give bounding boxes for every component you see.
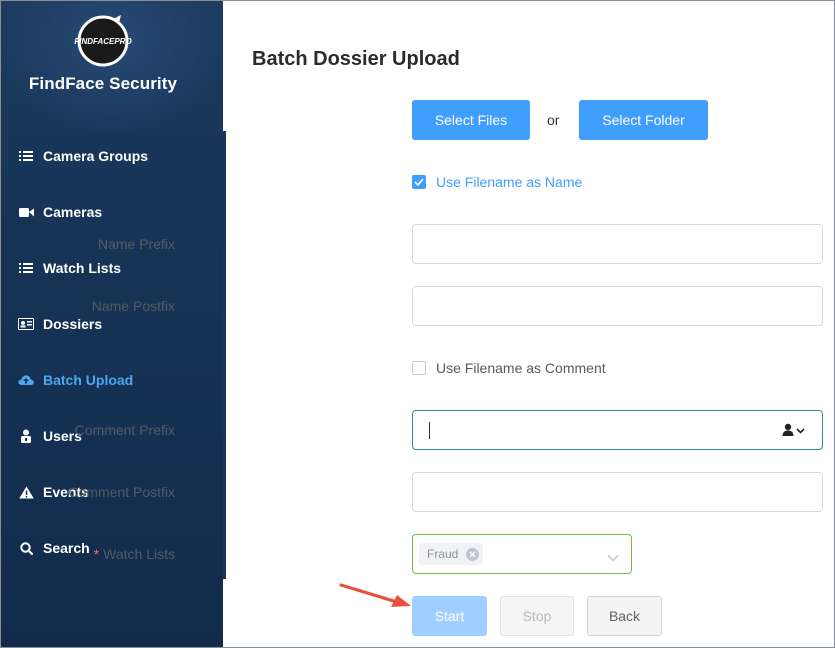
sidebar-item-label: Batch Upload	[43, 372, 134, 388]
logo-text: FINDFACEPRO	[74, 37, 132, 46]
checkbox-label: Use Filename as Name	[436, 174, 583, 190]
watch-lists-label: * Watch Lists	[94, 546, 175, 562]
main-content: Batch Dossier Upload Select Files or Sel…	[68, 1, 834, 647]
close-icon[interactable]	[466, 547, 480, 561]
sidebar-item-label: Search	[43, 540, 90, 556]
watch-lists-label-text: Watch Lists	[103, 546, 175, 562]
warning-icon	[18, 484, 34, 500]
list-icon	[18, 148, 34, 164]
stop-button[interactable]: Stop	[500, 596, 574, 636]
cloud-upload-icon	[18, 372, 34, 388]
page-title: Batch Dossier Upload	[252, 48, 460, 70]
checkbox-checked-icon	[412, 175, 426, 189]
start-button[interactable]: Start	[412, 596, 487, 636]
name-postfix-input[interactable]	[412, 286, 823, 326]
sidebar-item-label: Watch Lists	[43, 260, 122, 276]
chevron-down-icon	[607, 549, 619, 567]
watch-lists-select[interactable]: Fraud	[412, 534, 632, 574]
use-filename-as-comment-checkbox[interactable]: Use Filename as Comment	[412, 360, 606, 376]
user-chevron-icon	[782, 423, 805, 436]
user-lock-icon	[18, 428, 34, 444]
sidebar-item-camera-groups[interactable]: Camera Groups	[1, 136, 223, 176]
back-button[interactable]: Back	[587, 596, 662, 636]
name-postfix-label: Name Postfix	[91, 298, 175, 314]
tag-label: Fraud	[427, 547, 459, 561]
comment-prefix-input[interactable]	[412, 410, 823, 450]
annotation-arrow-icon	[339, 583, 411, 607]
sidebar-item-batch-upload[interactable]: Batch Upload	[1, 360, 223, 400]
video-camera-icon	[18, 204, 34, 220]
checkbox-unchecked-icon	[412, 361, 426, 375]
comment-postfix-input[interactable]	[412, 472, 823, 512]
comment-prefix-label: Comment Prefix	[74, 422, 175, 438]
sidebar-item-label: Cameras	[43, 204, 103, 220]
select-folder-button[interactable]: Select Folder	[579, 100, 708, 140]
name-prefix-label: Name Prefix	[97, 236, 175, 252]
use-filename-as-name-checkbox[interactable]: Use Filename as Name	[412, 174, 582, 190]
or-separator: or	[547, 112, 560, 128]
comment-postfix-label: Comment Postfix	[68, 484, 175, 500]
findface-logo: FINDFACEPRO	[73, 13, 133, 67]
sidebar-item-label: Dossiers	[43, 316, 103, 332]
text-caret	[429, 422, 430, 439]
checkbox-label: Use Filename as Comment	[436, 360, 606, 376]
required-mark: *	[93, 546, 100, 562]
sidebar-item-label: Camera Groups	[43, 148, 149, 164]
id-card-icon	[18, 316, 34, 332]
select-files-button[interactable]: Select Files	[412, 100, 530, 140]
search-icon	[18, 540, 34, 556]
brand-title: FindFace Security	[28, 74, 178, 93]
name-prefix-input[interactable]	[412, 224, 823, 264]
selected-tag: Fraud	[419, 543, 484, 565]
list-icon	[18, 260, 34, 276]
field-template-dropdown[interactable]	[782, 423, 806, 437]
sidebar-item-cameras[interactable]: Cameras	[1, 192, 223, 232]
sidebar-item-watch-lists[interactable]: Watch Lists	[1, 248, 223, 288]
